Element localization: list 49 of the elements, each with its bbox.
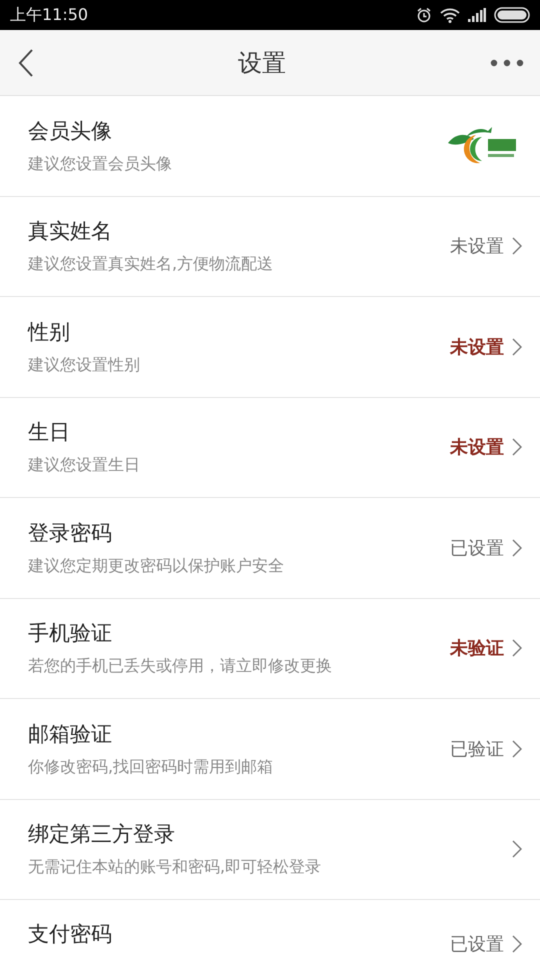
chevron-icon [512,338,522,356]
row-subtitle: 建议您设置性别 [28,354,140,376]
row-title: 支付密码 [28,921,112,948]
row-subtitle: 无需记住本站的账号和密码,即可轻松登录 [28,857,322,878]
chevron-icon [512,740,522,758]
status-value: 未验证 [450,637,504,660]
chevron-icon [512,840,522,858]
chevron-icon [512,935,522,953]
status-time: 上午11:50 [10,4,88,26]
status-value: 未设置 [450,235,504,258]
row-title: 手机验证 [28,620,113,648]
settings-row[interactable]: 会员头像 建议您设置会员头像 [0,96,540,196]
status-value: 未设置 [450,336,504,359]
row-title: 会员头像 [28,118,113,145]
chevron-icon [512,237,522,256]
row-title: 真实姓名 [28,218,113,246]
settings-row[interactable]: 性别 建议您设置性别 未设置 [0,297,540,398]
row-subtitle: 若您的手机已丢失或停用，请立即修改更换 [28,656,332,678]
row-title: 绑定第三方登录 [28,821,176,848]
settings-row[interactable]: 真实姓名 建议您设置真实姓名,方便物流配送 未设置 [0,196,540,297]
page-title: 设置 [238,48,286,78]
status-value: 已验证 [450,738,504,761]
settings-row[interactable]: 登录密码 建议您定期更改密码以保护账户安全 已设置 [0,498,540,598]
status-value: 已设置 [450,933,504,956]
row-subtitle: 建议您设置生日 [28,455,140,476]
alarm-icon [416,7,432,23]
row-title: 生日 [28,419,71,446]
battery-icon [494,7,530,23]
settings-row[interactable]: 绑定第三方登录 无需记住本站的账号和密码,即可轻松登录 [0,800,540,900]
wifi-icon [440,8,460,22]
row-title: 邮箱验证 [28,720,113,748]
settings-row[interactable]: 手机验证 若您的手机已丢失或停用，请立即修改更换 未验证 [0,598,540,699]
row-subtitle: 建议您定期更改密码以保护账户安全 [28,556,284,577]
back-icon[interactable] [18,48,34,76]
settings-row[interactable]: 支付密码 已设置 [0,900,540,960]
row-title: 登录密码 [28,520,113,547]
more-icon[interactable] [490,58,524,66]
row-subtitle: 建议您设置真实姓名,方便物流配送 [28,254,274,276]
status-value: 未设置 [450,436,504,460]
chevron-icon [512,639,522,658]
row-subtitle: 建议您设置会员头像 [28,154,172,175]
chevron-icon [512,538,522,557]
row-subtitle: 你修改密码,找回密码时需用到邮箱 [28,756,274,778]
settings-row[interactable]: 邮箱验证 你修改密码,找回密码时需用到邮箱 已验证 [0,699,540,800]
chevron-icon [512,438,522,456]
signal-icon [468,8,486,22]
status-value: 已设置 [450,536,504,560]
row-title: 性别 [28,318,71,346]
settings-row[interactable]: 生日 建议您设置生日 未设置 [0,398,540,498]
